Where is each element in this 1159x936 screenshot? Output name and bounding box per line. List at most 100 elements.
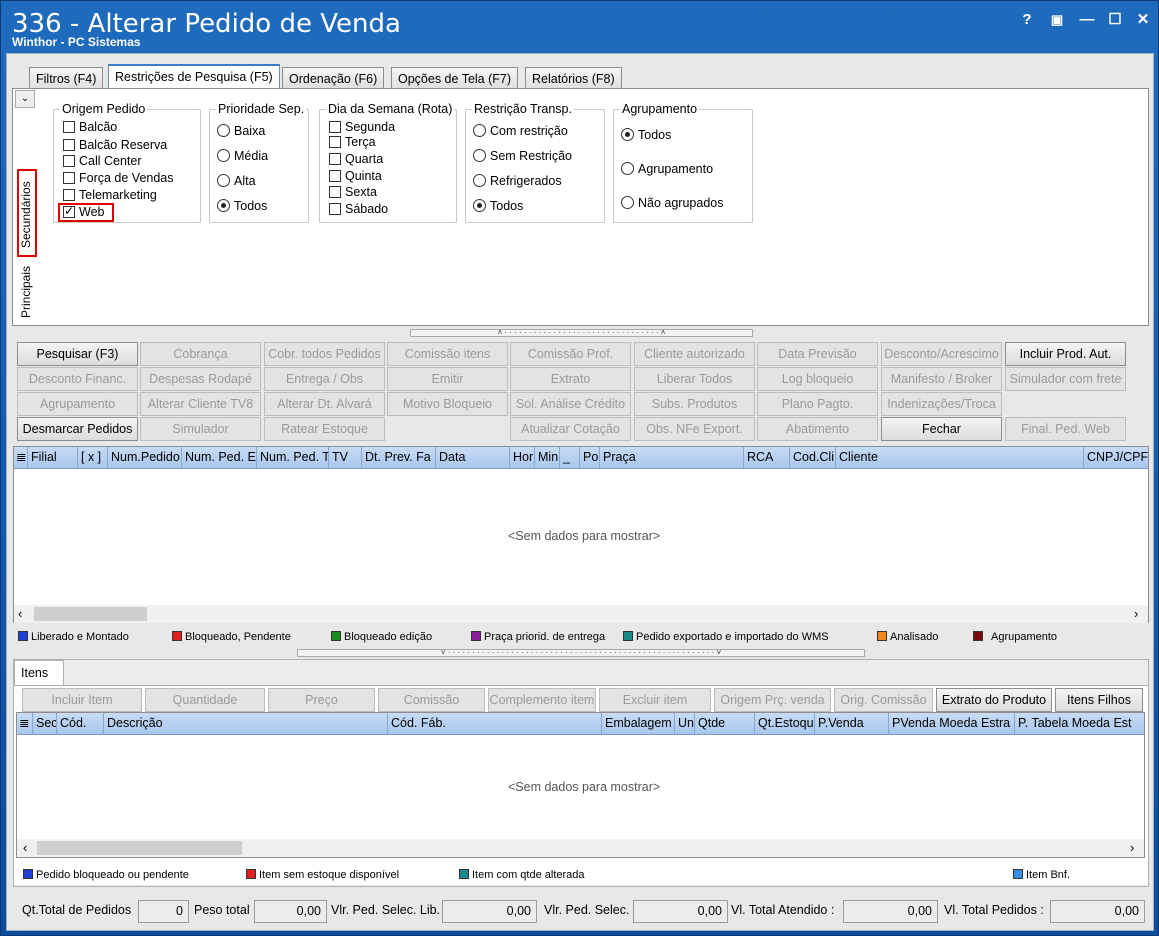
action-button-desmarcar-pedidos[interactable]: Desmarcar Pedidos [17, 417, 138, 441]
checkbox-quarta[interactable]: Quarta [329, 152, 383, 166]
action-button-alterar-cliente-tv8[interactable]: Alterar Cliente TV8 [140, 392, 261, 416]
action-button-cliente-autorizado[interactable]: Cliente autorizado [634, 342, 755, 366]
tab-relatorios[interactable]: Relatórios (F8) [525, 67, 622, 89]
checkbox-sabado[interactable]: Sábado [329, 202, 388, 216]
checkbox-call-center[interactable]: Call Center [63, 154, 142, 168]
col-header[interactable]: PVenda Moeda Estra [889, 713, 1015, 735]
radio-sem-restricao[interactable]: Sem Restrição [473, 149, 572, 163]
item-button-complemento-item[interactable]: Complemento item [488, 688, 596, 712]
tab-opcoes-tela[interactable]: Opções de Tela (F7) [391, 67, 519, 89]
col-header[interactable]: Un [675, 713, 695, 735]
items-grid[interactable]: ≣ Sec Cód. Descrição Cód. Fáb. Embalagem… [16, 712, 1145, 858]
checkbox-box[interactable] [63, 189, 75, 201]
close-icon[interactable]: ✕ [1132, 11, 1154, 29]
col-header[interactable]: Qt.Estoqu [755, 713, 815, 735]
item-button-quantidade[interactable]: Quantidade [145, 688, 265, 712]
col-header[interactable]: _ [560, 447, 580, 469]
col-header[interactable]: Hor [510, 447, 535, 469]
radio-media[interactable]: Média [217, 149, 268, 163]
col-header[interactable]: Num. Ped. E [182, 447, 257, 469]
checkbox-forca-vendas[interactable]: Força de Vendas [63, 171, 174, 185]
item-button-extrato-do-produto[interactable]: Extrato do Produto [936, 688, 1052, 712]
radio-baixa[interactable]: Baixa [217, 124, 265, 138]
col-header[interactable]: [ x ] [78, 447, 108, 469]
checkbox-box[interactable] [329, 203, 341, 215]
col-header[interactable]: Cod.Cli [790, 447, 836, 469]
orders-grid[interactable]: ≣ Filial [ x ] Num.Pedido Num. Ped. E Nu… [13, 446, 1149, 623]
scroll-left-icon[interactable]: ‹ [23, 840, 27, 855]
action-button-simulador[interactable]: Simulador [140, 417, 261, 441]
action-button-simulador-com-frete[interactable]: Simulador com frete [1005, 367, 1126, 391]
action-button-extrato[interactable]: Extrato [510, 367, 631, 391]
col-header[interactable]: Embalagem [602, 713, 675, 735]
radio-circle[interactable] [621, 162, 634, 175]
radio-circle[interactable] [217, 149, 230, 162]
radio-todos-restricao[interactable]: Todos [473, 199, 523, 213]
col-header[interactable]: RCA [744, 447, 790, 469]
action-button-obs-nfe-export[interactable]: Obs. NFe Export. [634, 417, 755, 441]
maximize-icon[interactable]: ☐ [1104, 11, 1126, 29]
checkbox-quinta[interactable]: Quinta [329, 169, 382, 183]
grid-menu-icon[interactable]: ≣ [17, 713, 33, 735]
radio-nao-agrupados[interactable]: Não agrupados [621, 196, 723, 210]
action-button-agrupamento[interactable]: Agrupamento [17, 392, 138, 416]
col-header[interactable]: P. Tabela Moeda Est [1015, 713, 1144, 735]
radio-circle-selected[interactable] [621, 128, 634, 141]
action-button-entrega-obs[interactable]: Entrega / Obs [264, 367, 385, 391]
item-button-pre-o[interactable]: Preço [268, 688, 375, 712]
action-button-log-bloqueio[interactable]: Log bloqueio [757, 367, 878, 391]
checkbox-balcao-reserva[interactable]: Balcão Reserva [63, 138, 167, 152]
checkbox-box[interactable] [329, 136, 341, 148]
tab-itens[interactable]: Itens [14, 660, 64, 686]
action-button-subs-produtos[interactable]: Subs. Produtos [634, 392, 755, 416]
scroll-right-icon[interactable]: › [1134, 606, 1138, 621]
radio-todos-agrupamento[interactable]: Todos [621, 128, 671, 142]
col-header[interactable]: Cód. Fáb. [388, 713, 602, 735]
action-button-comiss-o-prof[interactable]: Comissão Prof. [510, 342, 631, 366]
radio-refrigerados[interactable]: Refrigerados [473, 174, 562, 188]
checkbox-box[interactable] [329, 153, 341, 165]
col-header[interactable]: Num.Pedido [108, 447, 182, 469]
item-button-itens-filhos[interactable]: Itens Filhos [1055, 688, 1143, 712]
checkbox-telemarketing[interactable]: Telemarketing [63, 188, 157, 202]
action-button-alterar-dt-alvar[interactable]: Alterar Dt. Alvará [264, 392, 385, 416]
action-button-ratear-estoque[interactable]: Ratear Estoque [264, 417, 385, 441]
col-header[interactable]: Descrição [104, 713, 388, 735]
scroll-left-icon[interactable]: ‹ [18, 606, 22, 621]
action-button-atualizar-cota-o[interactable]: Atualizar Cotação [510, 417, 631, 441]
action-button-final-ped-web[interactable]: Final. Ped. Web [1005, 417, 1126, 441]
item-button-excluir-item[interactable]: Excluir item [599, 688, 711, 712]
checkbox-box[interactable] [329, 121, 341, 133]
radio-circle[interactable] [473, 124, 486, 137]
radio-circle[interactable] [217, 124, 230, 137]
checkbox-box[interactable] [329, 170, 341, 182]
col-header[interactable]: Cliente [836, 447, 1084, 469]
checkbox-box[interactable] [63, 155, 75, 167]
side-tab-principais[interactable]: Principais [19, 261, 33, 323]
col-header[interactable]: Min [535, 447, 560, 469]
action-button-comiss-o-itens[interactable]: Comissão itens [387, 342, 508, 366]
radio-circle-selected[interactable] [473, 199, 486, 212]
action-button-fechar[interactable]: Fechar [881, 417, 1002, 441]
checkbox-box[interactable] [329, 186, 341, 198]
collapse-chevron-icon[interactable]: ⌄ [15, 90, 35, 108]
action-button-cobran-a[interactable]: Cobrança [140, 342, 261, 366]
col-header[interactable]: Num. Ped. T [257, 447, 329, 469]
scroll-thumb[interactable] [34, 607, 147, 621]
action-button-sol-an-lise-cr-dito[interactable]: Sol. Análise Crédito [510, 392, 631, 416]
checkbox-box[interactable] [63, 172, 75, 184]
item-button-origem-pr-venda[interactable]: Origem Prç. venda [714, 688, 831, 712]
items-hscrollbar[interactable]: ‹ › [17, 839, 1144, 857]
minimize-icon[interactable]: — [1076, 11, 1098, 29]
action-button-pesquisar-f3[interactable]: Pesquisar (F3) [17, 342, 138, 366]
item-button-comiss-o[interactable]: Comissão [378, 688, 485, 712]
radio-circle[interactable] [473, 149, 486, 162]
action-button-abatimento[interactable]: Abatimento [757, 417, 878, 441]
radio-alta[interactable]: Alta [217, 174, 256, 188]
action-button-liberar-todos[interactable]: Liberar Todos [634, 367, 755, 391]
item-button-incluir-item[interactable]: Incluir Item [22, 688, 142, 712]
radio-circle-selected[interactable] [217, 199, 230, 212]
col-header[interactable]: P.Venda [815, 713, 889, 735]
col-header[interactable]: Po [580, 447, 600, 469]
tab-restricoes[interactable]: Restrições de Pesquisa (F5) [108, 64, 280, 90]
